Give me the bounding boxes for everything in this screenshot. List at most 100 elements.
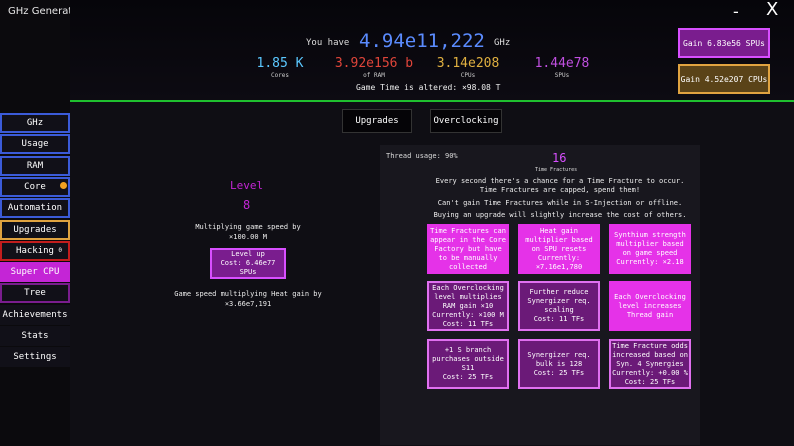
upgrade-text: ×7.16e1,780: [535, 262, 583, 271]
speed-multiplier-text: Multiplying game speed by ×100.00 M: [180, 222, 316, 242]
sidebar-label: Automation: [7, 203, 63, 213]
upgrade-text: Cost: 11 TFs: [442, 319, 494, 328]
sidebar-item-ghz[interactable]: GHz: [0, 113, 70, 133]
sidebar-item-super-cpu[interactable]: Super CPU: [0, 262, 70, 282]
upgrade-text: Syn. 4 Synergies: [616, 359, 684, 368]
upgrade-text: Synthium strength: [614, 231, 686, 239]
minimize-icon[interactable]: -: [733, 2, 739, 21]
upgrade-card[interactable]: Time Fractures can appear in the Core Fa…: [427, 224, 509, 274]
level-up-button[interactable]: Level up Cost: 6.46e77 SPUs: [210, 248, 286, 279]
ram-label: of RAM: [363, 72, 385, 79]
ghz-amount: 4.94e11,222: [359, 30, 485, 52]
upgrade-text: Thread gain: [626, 310, 674, 319]
sidebar-item-achievements[interactable]: Achievements: [0, 305, 70, 325]
heat-multiplier-line: Game speed multiplying Heat gain by: [174, 290, 322, 298]
upgrade-text: Currently: ×2.18: [616, 258, 684, 266]
upgrade-text: S11: [461, 364, 475, 372]
spus-label: SPUs: [554, 72, 570, 79]
upgrade-card[interactable]: Further reduce Synergizer req. scaling C…: [518, 281, 600, 331]
fracture-info-1: Every second there's a chance for a Time…: [435, 177, 685, 185]
close-icon[interactable]: X: [766, 0, 778, 20]
upgrade-card[interactable]: +1 S branch purchases outside S11 Cost: …: [427, 339, 509, 389]
hacking-count: 0: [58, 247, 62, 254]
tab-overclocking[interactable]: Overclocking: [430, 109, 502, 133]
level-up-currency: SPUs: [239, 268, 257, 276]
level-title: Level: [230, 179, 264, 192]
sidebar-item-core[interactable]: Core: [0, 177, 70, 197]
fracture-info-2: Time Fractures are capped, spend them!: [479, 186, 641, 194]
sidebar-item-usage[interactable]: Usage: [0, 134, 70, 154]
fracture-info-3: Can't gain Time Fractures while in S-Inj…: [437, 199, 683, 207]
upgrade-text: bulk is 128: [535, 359, 583, 368]
upgrade-text: Each Overclocking: [614, 292, 686, 301]
upgrade-text: Currently:: [537, 253, 581, 262]
gain-cpu-button[interactable]: Gain 4.52e207 CPUs: [678, 64, 770, 94]
upgrade-text: Currently: +0.00 %: [612, 368, 688, 377]
upgrade-text: Each Overclocking: [432, 283, 504, 292]
upgrade-text: multiplier based: [525, 235, 593, 244]
sidebar-item-stats[interactable]: Stats: [0, 326, 70, 346]
notification-dot-icon: [60, 182, 67, 189]
sidebar-label: Super CPU: [10, 267, 60, 277]
upgrade-card[interactable]: Heat gain multiplier based on SPU resets…: [518, 224, 600, 274]
sidebar-item-automation[interactable]: Automation: [0, 198, 70, 218]
upgrade-text: Synergizer req.: [527, 297, 591, 305]
upgrade-text: on SPU resets: [531, 244, 587, 253]
sidebar-label: Hacking: [16, 246, 54, 256]
upgrade-text: Cost: 25 TFs: [624, 377, 676, 386]
upgrade-text: purchases outside: [432, 355, 504, 363]
upgrade-text: level multiplies: [434, 292, 502, 301]
upgrade-card[interactable]: Time Fracture odds increased based on Sy…: [609, 339, 691, 389]
sidebar-label: Core: [24, 182, 46, 192]
sidebar-item-settings[interactable]: Settings: [0, 347, 70, 367]
level-up-cost: Cost: 6.46e77: [220, 259, 276, 267]
upgrade-card[interactable]: Each Overclocking level increases Thread…: [609, 281, 691, 331]
sidebar-label: RAM: [26, 161, 44, 171]
upgrade-text: Time Fractures can: [430, 226, 506, 235]
upgrade-card[interactable]: Each Overclocking level multiplies RAM g…: [427, 281, 509, 331]
cpus-label: CPUs: [460, 72, 476, 79]
speed-multiplier-value: ×100.00 M: [229, 233, 267, 241]
sidebar-label: GHz: [26, 118, 44, 128]
gain-spu-button[interactable]: Gain 6.83e56 SPUs: [678, 28, 770, 58]
sidebar-item-ram[interactable]: RAM: [0, 156, 70, 176]
sidebar-label: Upgrades: [13, 225, 57, 235]
upgrade-text: Cost: 11 TFs: [533, 315, 585, 323]
cores-label: Cores: [270, 72, 290, 79]
cpus-value: 3.14e208: [436, 56, 500, 71]
heat-multiplier-value: ×3.66e7,191: [224, 300, 272, 308]
cores-value: 1.85 K: [256, 56, 304, 71]
game-time-text: Game Time is altered: ×98.08 T: [356, 83, 501, 92]
upgrade-text: Heat gain: [540, 226, 578, 235]
sidebar-item-hacking[interactable]: Hacking 0: [0, 241, 70, 261]
you-have-label: You have: [306, 38, 350, 48]
upgrade-text: Further reduce: [529, 288, 589, 296]
upgrade-text: to be manually: [438, 253, 498, 262]
upgrade-text: Synergizer req.: [527, 350, 591, 359]
app-window: GHz Generator - X You have 4.94e11,222 G…: [0, 0, 794, 446]
upgrade-text: collected: [449, 262, 487, 271]
sidebar-item-tree[interactable]: Tree: [0, 283, 70, 303]
upgrade-text: appear in the Core: [430, 235, 506, 244]
upgrade-card[interactable]: Synergizer req. bulk is 128 Cost: 25 TFs: [518, 339, 600, 389]
sidebar-label: Stats: [21, 331, 49, 341]
level-up-label: Level up: [231, 250, 265, 258]
sidebar-label: Settings: [13, 352, 57, 362]
cores-stat: 1.85 K Cores: [245, 56, 315, 79]
sidebar-label: Tree: [24, 288, 46, 298]
sidebar-label: Achievements: [2, 310, 68, 320]
upgrade-text: increased based on: [612, 350, 688, 359]
tab-upgrades[interactable]: Upgrades: [342, 109, 412, 133]
upgrade-card[interactable]: Synthium strength multiplier based on ga…: [609, 224, 691, 274]
upgrade-text: +1 S branch: [444, 346, 492, 354]
ghz-unit: GHz: [494, 38, 511, 48]
spus-stat: 1.44e78 SPUs: [524, 56, 600, 79]
fracture-info-4: Buying an upgrade will slightly increase…: [433, 211, 687, 219]
spus-value: 1.44e78: [534, 56, 590, 71]
sidebar-item-upgrades[interactable]: Upgrades: [0, 220, 70, 240]
ram-stat: 3.92e156 b of RAM: [325, 56, 423, 79]
upgrade-text: Currently: ×100 M: [432, 310, 504, 319]
sidebar-label: Usage: [21, 139, 49, 149]
upgrade-text: Cost: 25 TFs: [442, 373, 494, 381]
speed-multiplier-line: Multiplying game speed by: [195, 223, 301, 231]
